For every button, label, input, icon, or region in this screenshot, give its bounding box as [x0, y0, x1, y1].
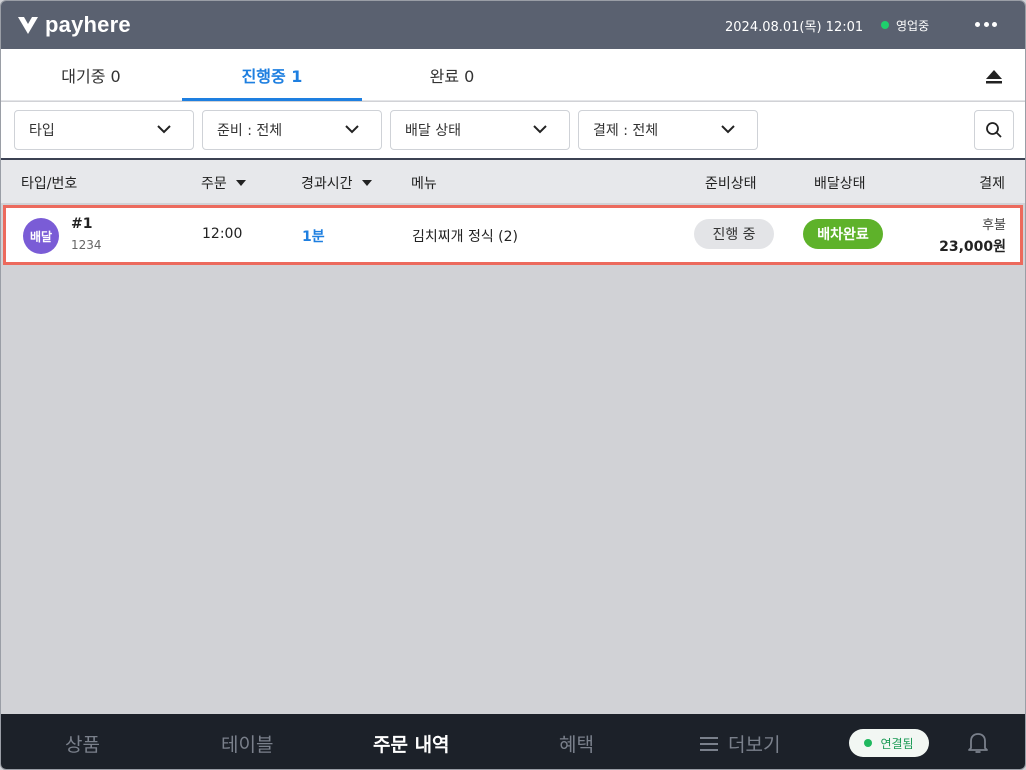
top-bar: payhere 2024.08.01(목) 12:01 영업중	[1, 1, 1025, 49]
menu-icon	[700, 736, 718, 751]
sort-down-icon[interactable]	[361, 180, 372, 186]
payment-filter-dropdown[interactable]: 결제 : 전체	[578, 110, 758, 150]
chevron-down-icon	[157, 125, 171, 134]
delivery-status-badge[interactable]: 배차완료	[803, 219, 883, 249]
header-menu: 메뉴	[411, 176, 437, 192]
prep-status-badge[interactable]: 진행 중	[694, 219, 774, 249]
order-sub-number: 1234	[71, 238, 102, 252]
bottom-nav: 상품 테이블 주문 내역 혜택 더보기 연결됨	[1, 714, 1025, 769]
payment-filter-label: 결제 : 전체	[593, 123, 659, 139]
delivery-filter-dropdown[interactable]: 배달 상태	[390, 110, 570, 150]
nav-products[interactable]: 상품	[65, 730, 100, 757]
connection-status-label: 연결됨	[880, 736, 914, 751]
logo-text: payhere	[45, 12, 131, 37]
table-row[interactable]: 배달 #1 1234 12:00 1분 김치찌개 정식 (2) 진행 중 배차완…	[3, 205, 1023, 265]
tab-waiting[interactable]: 대기중 0	[1, 49, 181, 101]
type-filter-dropdown[interactable]: 타입	[14, 110, 194, 150]
menu-summary: 김치찌개 정식 (2)	[412, 229, 519, 245]
nav-orders[interactable]: 주문 내역	[373, 730, 450, 757]
nav-more[interactable]: 더보기	[700, 730, 780, 757]
table-header: 타입/번호 주문 경과시간 메뉴 준비상태 배달상태 결제	[1, 158, 1025, 203]
header-order[interactable]: 주문	[201, 173, 246, 193]
payment-amount: 23,000원	[939, 239, 1006, 255]
tab-completed[interactable]: 완료 0	[362, 49, 542, 101]
nav-more-label: 더보기	[728, 734, 781, 756]
chevron-down-icon	[345, 125, 359, 134]
search-button[interactable]	[974, 110, 1014, 150]
logo: payhere	[17, 12, 131, 38]
nav-tables[interactable]: 테이블	[221, 730, 273, 757]
header-delivery-status: 배달상태	[814, 176, 866, 192]
sort-down-icon[interactable]	[235, 180, 246, 186]
order-number: #1	[71, 216, 93, 232]
prep-filter-label: 준비 : 전체	[217, 123, 283, 139]
app-window: payhere 2024.08.01(목) 12:01 영업중 대기중 0 진행…	[0, 0, 1026, 770]
connection-status-button[interactable]: 연결됨	[849, 729, 929, 757]
status-dot-icon	[881, 21, 889, 29]
delivery-filter-label: 배달 상태	[405, 123, 461, 139]
bell-icon[interactable]	[967, 731, 989, 755]
header-prep-status: 준비상태	[705, 176, 757, 192]
header-payment: 결제	[979, 176, 1005, 192]
order-time: 12:00	[202, 226, 243, 242]
more-horizontal-icon[interactable]	[975, 17, 997, 31]
chevron-down-icon	[721, 125, 735, 134]
prep-filter-dropdown[interactable]: 준비 : 전체	[202, 110, 382, 150]
connected-dot-icon	[864, 739, 873, 747]
tab-in-progress[interactable]: 진행중 1	[182, 49, 362, 101]
payment-type: 후불	[982, 218, 1006, 233]
header-elapsed[interactable]: 경과시간	[301, 173, 372, 193]
chevron-down-icon	[533, 125, 547, 134]
datetime: 2024.08.01(목) 12:01	[725, 20, 864, 35]
search-icon	[986, 122, 1002, 138]
payhere-logo-icon	[18, 17, 38, 34]
filter-bar: 타입 준비 : 전체 배달 상태 결제 : 전체	[1, 102, 1025, 158]
store-status: 영업중	[896, 19, 930, 33]
order-type-badge: 배달	[23, 218, 59, 254]
header-type-no: 타입/번호	[21, 176, 78, 192]
order-tabs: 대기중 0 진행중 1 완료 0	[1, 49, 1025, 101]
type-filter-label: 타입	[29, 123, 55, 139]
service-bell-icon[interactable]	[985, 67, 1003, 85]
elapsed-time: 1분	[302, 229, 325, 245]
nav-benefits[interactable]: 혜택	[559, 730, 594, 757]
